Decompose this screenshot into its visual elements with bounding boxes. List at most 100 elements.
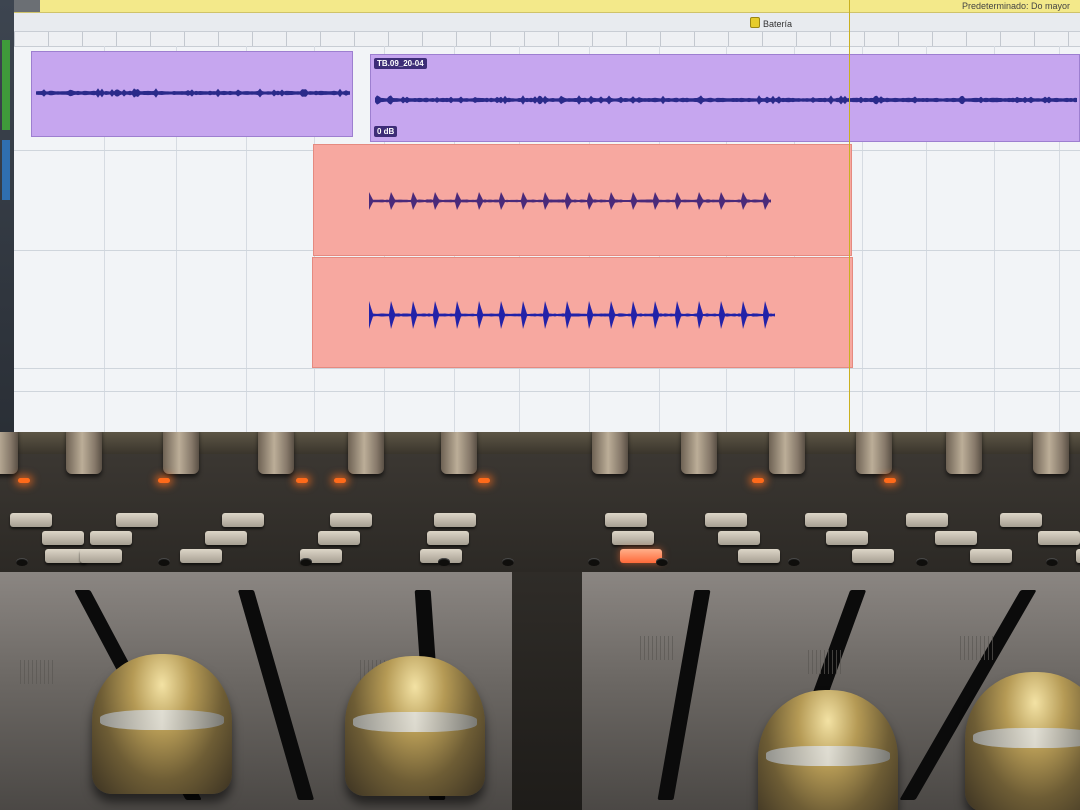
panel-screw: [438, 558, 450, 566]
channel-button[interactable]: [180, 549, 222, 563]
channel-button[interactable]: [906, 513, 948, 527]
channel-button[interactable]: [935, 531, 977, 545]
audio-region-2[interactable]: TB.09_20-04 0 dB: [370, 54, 1080, 142]
pan-knob[interactable]: [66, 432, 102, 474]
channel-button[interactable]: [330, 513, 372, 527]
pan-knob[interactable]: [258, 432, 294, 474]
ruler-tick: [694, 32, 695, 46]
pan-knob[interactable]: [592, 432, 628, 474]
channel-button[interactable]: [434, 513, 476, 527]
ruler-tick: [1034, 32, 1035, 46]
channel-button[interactable]: [205, 531, 247, 545]
pan-knob[interactable]: [0, 432, 18, 474]
channel-button[interactable]: [1000, 513, 1042, 527]
channel-button[interactable]: [42, 531, 84, 545]
pan-knob[interactable]: [769, 432, 805, 474]
selected-region-top[interactable]: [313, 144, 852, 256]
channel-button[interactable]: [718, 531, 760, 545]
ruler-tick: [320, 32, 321, 46]
channel-button[interactable]: [1076, 549, 1080, 563]
region-name-tag[interactable]: TB.09_20-04: [374, 58, 427, 69]
pan-knob[interactable]: [1033, 432, 1069, 474]
playhead[interactable]: [849, 0, 850, 432]
grid-line: [14, 368, 1080, 369]
channel-button[interactable]: [826, 531, 868, 545]
panel-screw: [588, 558, 600, 566]
daw-screen: Predeterminado: Do mayor Batería TB.09_2…: [0, 0, 1080, 432]
channel-button[interactable]: [605, 513, 647, 527]
pan-knob[interactable]: [681, 432, 717, 474]
level-meter: [2, 140, 10, 200]
channel-button[interactable]: [318, 531, 360, 545]
pan-knob[interactable]: [163, 432, 199, 474]
channel-button[interactable]: [612, 531, 654, 545]
ruler-tick: [592, 32, 593, 46]
monitor-bezel: [0, 432, 1080, 454]
channel-button[interactable]: [222, 513, 264, 527]
channel-button[interactable]: [738, 549, 780, 563]
fader-knob-ring: [100, 710, 224, 730]
track-list-edge: [0, 0, 14, 432]
track-name-text: Batería: [763, 19, 793, 29]
ruler-tick: [116, 32, 117, 46]
ruler-tick: [490, 32, 491, 46]
panel-screw: [788, 558, 800, 566]
ruler-tick: [388, 32, 389, 46]
ruler-tick: [558, 32, 559, 46]
ruler-tick: [1000, 32, 1001, 46]
ruler-tick: [14, 32, 15, 46]
ruler-tick: [354, 32, 355, 46]
fader-knob-ring: [353, 712, 477, 732]
ruler-tick: [252, 32, 253, 46]
fader-knob[interactable]: [965, 672, 1080, 810]
ruler-tick: [932, 32, 933, 46]
track-header: Batería: [14, 13, 1080, 32]
panel-screw: [300, 558, 312, 566]
fader-knob[interactable]: [345, 656, 485, 796]
led-indicator: [158, 478, 170, 483]
region-gain-tag[interactable]: 0 dB: [374, 126, 398, 137]
channel-button[interactable]: [80, 549, 122, 563]
channel-button[interactable]: [805, 513, 847, 527]
ruler-tick: [82, 32, 83, 46]
ruler-tick: [762, 32, 763, 46]
fader-knob[interactable]: [92, 654, 232, 794]
led-indicator: [296, 478, 308, 483]
button-panel: MUTE: [0, 432, 1080, 575]
ruler-tick: [660, 32, 661, 46]
pan-knob[interactable]: [441, 432, 477, 474]
track-name[interactable]: Batería: [750, 17, 792, 29]
channel-button[interactable]: [10, 513, 52, 527]
panel-screw: [502, 558, 514, 566]
ruler-tick: [456, 32, 457, 46]
pan-knob[interactable]: [946, 432, 982, 474]
timeline-ruler[interactable]: [14, 32, 1080, 47]
fader-track: [657, 590, 711, 800]
ruler-tick: [422, 32, 423, 46]
key-signature-label[interactable]: Predeterminado: Do mayor: [962, 1, 1070, 11]
channel-button[interactable]: [116, 513, 158, 527]
channel-button[interactable]: [427, 531, 469, 545]
channel-button[interactable]: [970, 549, 1012, 563]
fader-scale: [808, 650, 842, 674]
grid-line: [14, 391, 1080, 392]
channel-button[interactable]: [90, 531, 132, 545]
led-indicator: [752, 478, 764, 483]
control-bar: Predeterminado: Do mayor: [0, 0, 1080, 13]
ruler-tick: [626, 32, 627, 46]
ruler-tick: [898, 32, 899, 46]
pan-knob[interactable]: [348, 432, 384, 474]
pan-knob[interactable]: [856, 432, 892, 474]
ruler-tick: [864, 32, 865, 46]
audio-region-1[interactable]: [31, 51, 353, 137]
channel-button[interactable]: [705, 513, 747, 527]
selected-region-bottom[interactable]: [312, 257, 853, 368]
ruler-tick: [796, 32, 797, 46]
ruler-tick: [830, 32, 831, 46]
channel-button[interactable]: [852, 549, 894, 563]
waveform: [369, 192, 771, 210]
ruler-tick: [48, 32, 49, 46]
channel-button[interactable]: [1038, 531, 1080, 545]
led-indicator: [18, 478, 30, 483]
fader-knob[interactable]: [758, 690, 898, 810]
